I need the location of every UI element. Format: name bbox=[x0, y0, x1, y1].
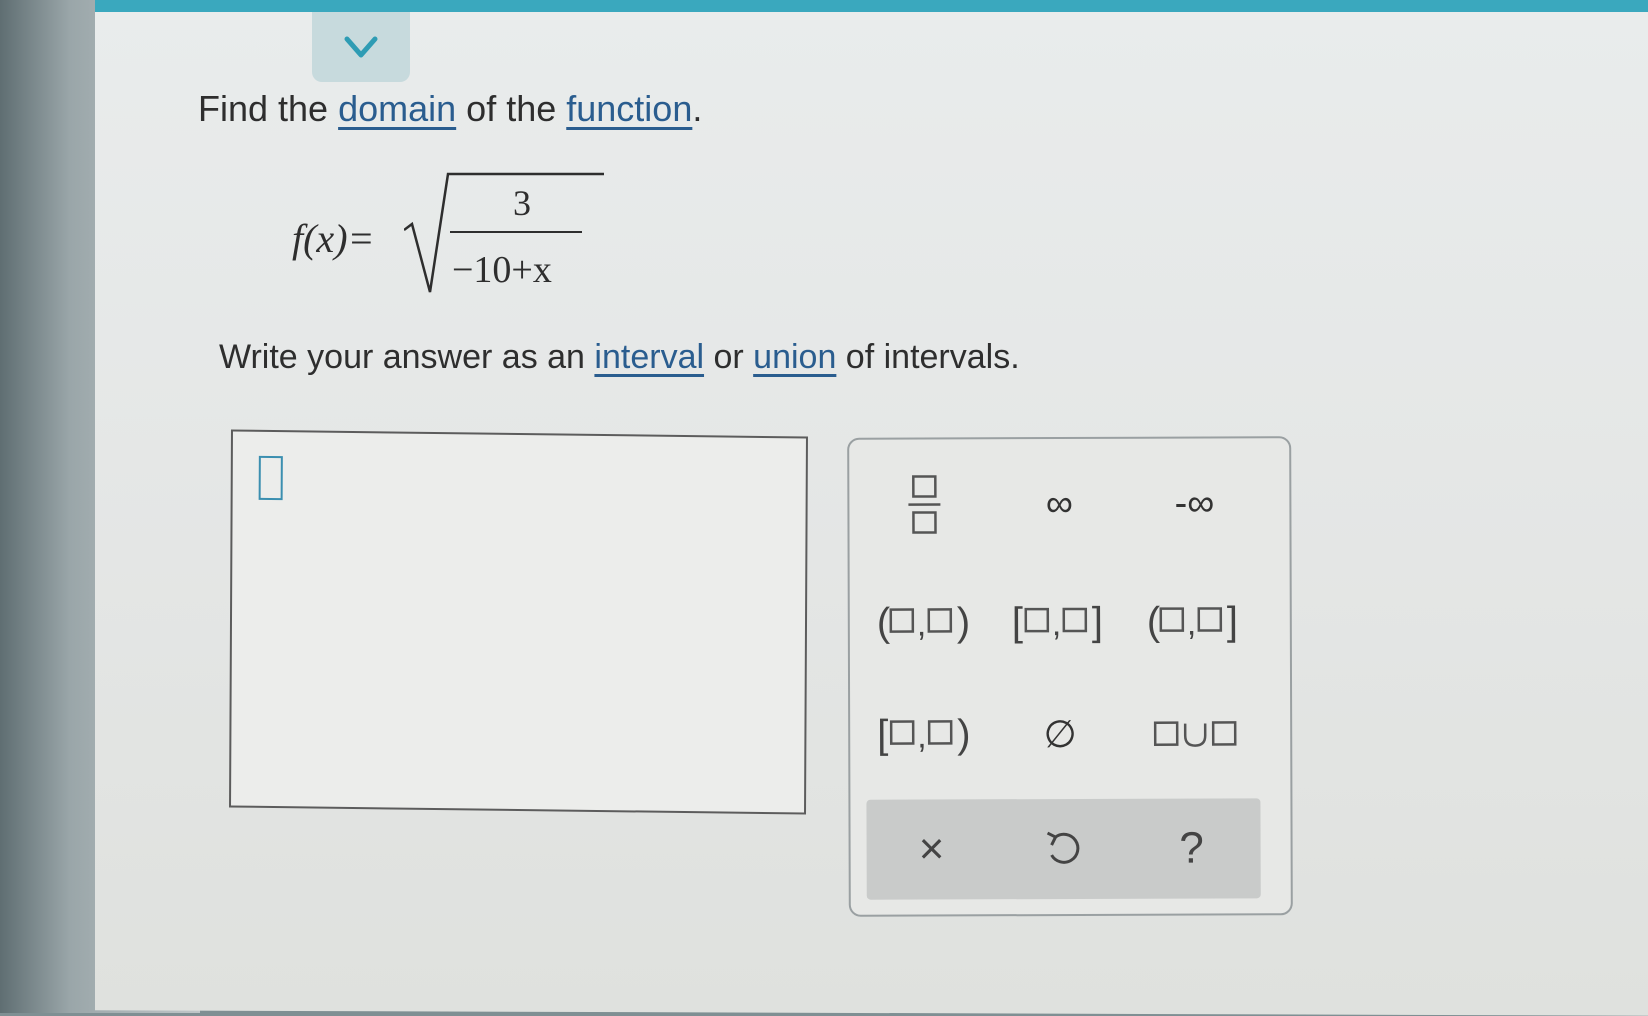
svg-text:[: [ bbox=[877, 713, 888, 757]
empty-set-symbol: ∅ bbox=[1044, 711, 1077, 756]
svg-text:,: , bbox=[917, 718, 927, 756]
open-interval-icon: ( , ) bbox=[877, 597, 973, 647]
right-open-interval-icon: [ , ) bbox=[877, 709, 973, 759]
empty-set-button[interactable]: ∅ bbox=[1000, 699, 1120, 769]
open-interval-button[interactable]: ( , ) bbox=[865, 587, 985, 657]
svg-text:): ) bbox=[957, 712, 970, 756]
undo-button[interactable] bbox=[1018, 814, 1108, 884]
svg-text:(: ( bbox=[877, 601, 891, 645]
fraction-numerator: 3 bbox=[502, 182, 542, 224]
function-link[interactable]: function bbox=[566, 88, 692, 129]
instruction-prefix: Write your answer as an bbox=[219, 338, 594, 376]
action-bar: × ? bbox=[866, 798, 1260, 899]
top-accent-bar bbox=[95, 0, 1648, 12]
input-cursor-box bbox=[259, 456, 283, 500]
instruction-text: Write your answer as an interval or unio… bbox=[219, 338, 1020, 377]
union-icon bbox=[1153, 713, 1237, 753]
question-text: Find the domain of the function. bbox=[198, 88, 702, 130]
instruction-suffix: of intervals. bbox=[836, 338, 1019, 376]
math-palette: ∞ -∞ ( , ) [ , ] ( , ] [ bbox=[847, 436, 1293, 917]
collapse-toggle-button[interactable] bbox=[312, 12, 410, 82]
fraction-icon bbox=[906, 472, 942, 536]
closed-interval-button[interactable]: [ , ] bbox=[1000, 587, 1120, 657]
question-middle: of the bbox=[456, 88, 566, 129]
svg-text:,: , bbox=[1052, 605, 1062, 643]
svg-text:(: ( bbox=[1147, 600, 1161, 644]
negative-infinity-symbol: -∞ bbox=[1174, 482, 1214, 525]
svg-text:]: ] bbox=[1227, 599, 1238, 643]
union-link[interactable]: union bbox=[753, 338, 836, 376]
svg-text:): ) bbox=[957, 600, 970, 644]
interval-link[interactable]: interval bbox=[594, 338, 704, 376]
clear-button[interactable]: × bbox=[886, 814, 976, 884]
undo-icon bbox=[1044, 827, 1084, 871]
svg-text:,: , bbox=[1187, 605, 1197, 643]
question-suffix: . bbox=[692, 88, 702, 129]
answer-input[interactable] bbox=[229, 429, 808, 814]
instruction-middle: or bbox=[704, 338, 753, 376]
help-button[interactable]: ? bbox=[1146, 813, 1236, 883]
clear-icon: × bbox=[919, 824, 945, 874]
fraction-denominator: −10+x bbox=[452, 248, 552, 292]
domain-link[interactable]: domain bbox=[338, 88, 456, 129]
chevron-down-icon bbox=[341, 33, 381, 61]
svg-text:[: [ bbox=[1012, 600, 1023, 644]
right-open-interval-button[interactable]: [ , ) bbox=[865, 699, 985, 769]
svg-text:,: , bbox=[917, 606, 927, 644]
left-open-interval-icon: ( , ] bbox=[1147, 596, 1243, 646]
svg-text:]: ] bbox=[1092, 600, 1103, 644]
union-button[interactable] bbox=[1135, 698, 1255, 768]
infinity-symbol: ∞ bbox=[1046, 482, 1073, 525]
help-icon: ? bbox=[1179, 824, 1204, 874]
fraction-button[interactable] bbox=[864, 469, 984, 539]
closed-interval-icon: [ , ] bbox=[1012, 597, 1108, 647]
formula-lhs: f(x)= bbox=[292, 215, 375, 262]
question-prefix: Find the bbox=[198, 88, 338, 129]
left-open-interval-button[interactable]: ( , ] bbox=[1135, 586, 1255, 656]
function-formula: f(x)= 3 −10+x bbox=[292, 170, 612, 300]
infinity-button[interactable]: ∞ bbox=[999, 469, 1119, 539]
negative-infinity-button[interactable]: -∞ bbox=[1134, 468, 1254, 538]
